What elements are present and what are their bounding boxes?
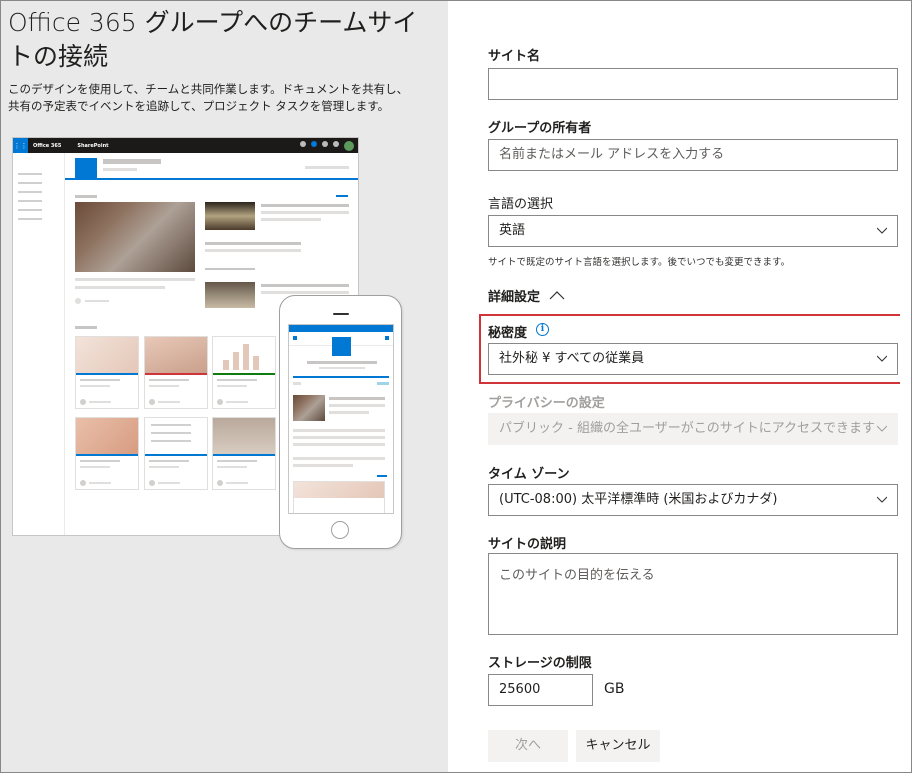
chevron-down-icon: [877, 425, 887, 432]
sensitivity-select[interactable]: 社外秘 ¥ すべての従業員: [488, 343, 898, 375]
info-icon[interactable]: i: [536, 323, 549, 336]
timezone-select[interactable]: (UTC-08:00) 太平洋標準時 (米国およびカナダ): [488, 484, 898, 516]
preview-card: [212, 336, 276, 409]
group-owner-input[interactable]: 名前またはメール アドレスを入力する: [488, 139, 898, 171]
site-description-textarea[interactable]: このサイトの目的を伝える: [488, 553, 898, 635]
phone-preview-image: [279, 295, 402, 549]
preview-app-name: SharePoint: [77, 142, 109, 149]
preview-left-nav: [13, 153, 65, 535]
preview-suite-bar: ⋮⋮ Office 365 SharePoint: [13, 138, 358, 153]
language-label: 言語の選択: [488, 197, 554, 212]
preview-news-photo: [75, 202, 195, 272]
preview-news-photo-2: [205, 202, 255, 230]
storage-limit-label: ストレージの制限: [488, 656, 592, 671]
chevron-up-icon[interactable]: [549, 290, 565, 300]
dialog-frame: Office 365 グループへのチームサイトの接続 このデザインを使用して、チ…: [0, 0, 912, 773]
chevron-down-icon: [877, 355, 887, 362]
preview-card: [144, 417, 208, 490]
template-title: Office 365 グループへのチームサイトの接続: [8, 8, 418, 71]
sensitivity-select-value: 社外秘 ¥ すべての従業員: [499, 351, 645, 366]
phone-speaker: [333, 313, 349, 315]
chevron-down-icon: [877, 496, 887, 503]
timezone-select-value: (UTC-08:00) 太平洋標準時 (米国およびカナダ): [499, 492, 778, 507]
privacy-select[interactable]: パブリック - 組織の全ユーザーがこのサイトにアクセスできます: [488, 413, 898, 445]
chevron-down-icon: [877, 227, 887, 234]
next-button[interactable]: 次へ: [488, 730, 568, 762]
sensitivity-label: 秘密度: [488, 326, 528, 341]
phone-screen: [288, 324, 394, 514]
preview-card: [75, 417, 139, 490]
storage-unit: GB: [604, 681, 625, 697]
preview-card: [144, 336, 208, 409]
advanced-settings-toggle[interactable]: 詳細設定: [488, 286, 540, 305]
language-select[interactable]: 英語: [488, 215, 898, 247]
phone-home-button: [331, 521, 349, 539]
preview-news-photo-3: [205, 282, 255, 308]
preview-brand: Office 365: [33, 142, 62, 149]
site-name-input[interactable]: [488, 68, 898, 100]
phone-site-logo: [332, 337, 351, 356]
group-owner-label: グループの所有者: [488, 121, 592, 136]
site-description-label: サイトの説明: [488, 537, 567, 552]
preview-card: [75, 336, 139, 409]
privacy-label: プライバシーの設定: [488, 396, 605, 411]
storage-limit-input[interactable]: 25600: [488, 674, 593, 706]
privacy-select-value: パブリック - 組織の全ユーザーがこのサイトにアクセスできます: [499, 421, 876, 436]
preview-site-logo: [75, 158, 97, 180]
template-description: このデザインを使用して、チームと共同作業します。ドキュメントを共有し、共有の予定…: [8, 82, 409, 113]
site-name-label: サイト名: [488, 49, 541, 64]
scrollbar[interactable]: [900, 1, 911, 772]
language-hint: サイトで既定のサイト言語を選択します。後でいつでも変更できます。: [488, 257, 791, 268]
preview-site-header: [65, 153, 358, 180]
waffle-icon: ⋮⋮: [13, 138, 28, 153]
template-preview-panel: Office 365 グループへのチームサイトの接続 このデザインを使用して、チ…: [1, 1, 448, 772]
preview-header-icons: [300, 140, 358, 151]
preview-card: [212, 417, 276, 490]
timezone-label: タイム ゾーン: [488, 467, 570, 482]
cancel-button[interactable]: キャンセル: [576, 730, 660, 762]
language-select-value: 英語: [499, 223, 526, 238]
